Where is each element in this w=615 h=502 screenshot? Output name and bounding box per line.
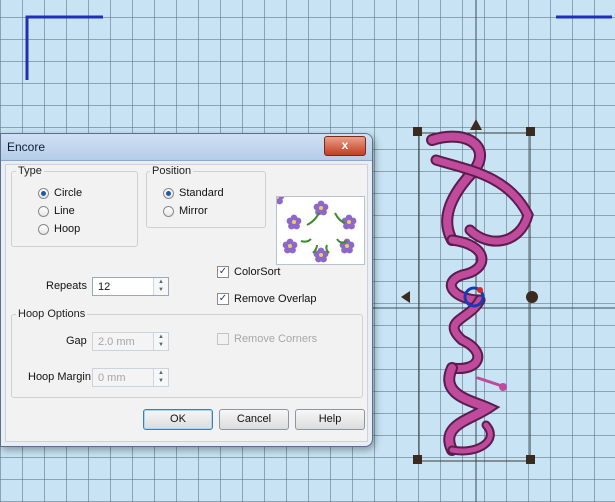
radio-standard-dot[interactable] (163, 187, 174, 199)
handle-left-arrow (401, 291, 410, 303)
repeats-spin-arrows-icon[interactable]: ▲ ▼ (153, 278, 168, 295)
radio-mirror-label: Mirror (179, 205, 208, 217)
flower-circle-preview-icon (269, 189, 357, 263)
position-group (146, 171, 266, 228)
ok-button[interactable]: OK (143, 409, 213, 430)
handle-rotate (526, 291, 538, 303)
embroidery-design[interactable] (426, 130, 534, 456)
encore-dialog: Encore x Type Circle Line Hoop Position … (0, 133, 373, 447)
radio-line[interactable]: Line (38, 205, 75, 217)
dialog-titlebar[interactable]: Encore x (1, 134, 372, 161)
close-button[interactable]: x (324, 136, 366, 156)
radio-line-dot[interactable] (38, 205, 49, 217)
colorsort-checkbox[interactable]: ✓ ColorSort (217, 266, 280, 278)
radio-circle-label: Circle (54, 187, 83, 199)
radio-hoop-dot[interactable] (38, 223, 49, 235)
hoop-margin-value: 0 mm (98, 372, 126, 384)
handle-bottom-left (413, 455, 422, 464)
remove-overlap-checkbox[interactable]: ✓ Remove Overlap (217, 293, 317, 305)
hoop-margin-spinner[interactable]: 0 mm ▲ ▼ (92, 368, 169, 387)
colorsort-box[interactable]: ✓ (217, 266, 229, 278)
radio-circle-dot[interactable] (38, 187, 49, 199)
help-button[interactable]: Help (295, 409, 365, 430)
gap-spinner[interactable]: 2.0 mm ▲ ▼ (92, 332, 169, 351)
handle-top-right (526, 127, 535, 136)
colorsort-label: ColorSort (234, 266, 281, 278)
remove-overlap-label: Remove Overlap (234, 293, 317, 305)
position-group-label: Position (150, 165, 194, 177)
radio-hoop[interactable]: Hoop (38, 223, 80, 235)
flower-icon (269, 189, 285, 205)
radio-circle[interactable]: Circle (38, 187, 82, 199)
hoop-margin-label: Hoop Margin (28, 371, 91, 383)
repeats-label: Repeats (46, 280, 87, 292)
pattern-preview (269, 189, 365, 265)
handle-top-left (413, 127, 422, 136)
remove-corners-label: Remove Corners (234, 333, 318, 345)
radio-standard-label: Standard (179, 187, 224, 199)
gap-value: 2.0 mm (98, 336, 135, 348)
radio-mirror-dot[interactable] (163, 205, 174, 217)
remove-corners-box[interactable] (217, 333, 229, 345)
hoop-options-label: Hoop Options (16, 308, 88, 320)
remove-overlap-box[interactable]: ✓ (217, 293, 229, 305)
radio-mirror[interactable]: Mirror (163, 205, 208, 217)
handle-bottom-right (526, 455, 535, 464)
hoop-options-group (11, 314, 363, 398)
dialog-title: Encore (7, 140, 46, 154)
repeats-spinner[interactable]: 12 ▲ ▼ (92, 277, 169, 296)
gap-spin-arrows-icon[interactable]: ▲ ▼ (153, 333, 168, 350)
dialog-body: Type Circle Line Hoop Position Standard … (5, 164, 368, 442)
radio-hoop-label: Hoop (54, 223, 81, 235)
radio-standard[interactable]: Standard (163, 187, 224, 199)
gap-label: Gap (66, 335, 87, 347)
radio-line-label: Line (54, 205, 75, 217)
hoop-margin-spin-arrows-icon[interactable]: ▲ ▼ (153, 369, 168, 386)
handle-top-arrow (470, 119, 482, 130)
repeats-value: 12 (98, 281, 111, 293)
hoop-corner-top-left (25, 15, 103, 80)
cancel-button[interactable]: Cancel (219, 409, 289, 430)
remove-corners-checkbox[interactable]: Remove Corners (217, 333, 317, 345)
type-group-label: Type (16, 165, 44, 177)
